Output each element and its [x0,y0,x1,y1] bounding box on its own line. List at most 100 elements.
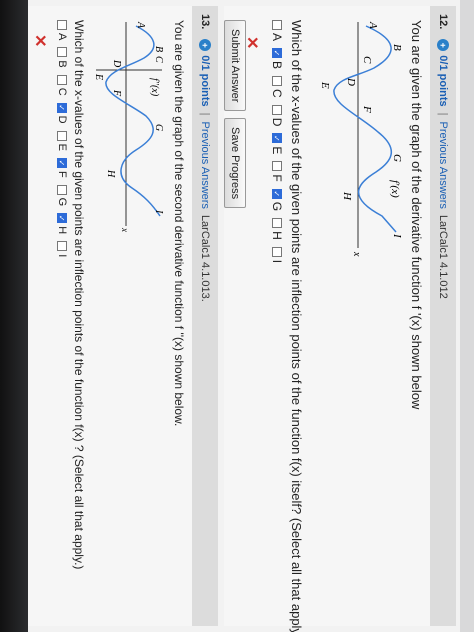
question-13-header: 13. + 0/1 points | Previous Answers LarC… [192,6,218,626]
point-A: A [135,21,146,29]
choice-b[interactable]: ✓ B [270,48,284,69]
choice-label: F [270,174,284,182]
choice-label: D [270,117,284,127]
point-A: A [367,21,379,29]
question-code: LarCalc1 4.1.012 [437,214,449,299]
point-E: E [322,81,331,89]
checkbox[interactable]: ✓ [272,48,282,59]
choice-label: A [270,33,284,42]
checkbox[interactable] [272,161,282,172]
question-12-body: You are given the graph of the derivativ… [224,6,430,632]
checkbox[interactable] [57,20,67,30]
info-icon: + [199,39,211,52]
checkbox[interactable] [57,130,67,141]
incorrect-mark: ✕ [31,34,48,48]
point-B: B [153,46,164,52]
checkbox[interactable] [272,246,282,257]
choice-a[interactable]: A [270,20,284,41]
choice-label: G [56,197,68,207]
checkbox[interactable] [57,241,67,252]
point-D: D [111,59,122,68]
choice-label: A [56,33,68,41]
choice-label: I [270,259,284,264]
question-12-header: 12. + 0/1 points | Previous Answers LarC… [430,6,456,626]
question-number: 12. [437,14,449,30]
choice-c[interactable]: C [270,76,284,98]
top-strip [460,0,474,632]
point-H: H [341,191,353,201]
checkbox[interactable]: ✓ [272,133,282,144]
question-text: Which of the x-values of the given point… [72,20,86,570]
monitor-bezel [0,0,28,632]
question-prompt: You are given the graph of the second de… [172,20,186,427]
checkbox[interactable]: ✓ [57,102,67,113]
point-C: C [361,56,373,64]
choice-h[interactable]: ✓ H [56,213,68,234]
checkbox[interactable] [57,74,67,85]
choice-g[interactable]: G [56,184,68,207]
separator: | [199,112,211,116]
question-text: Which of the x-values of the given point… [289,20,304,632]
point-D: D [345,77,357,86]
point-H: H [105,169,116,178]
checkbox[interactable] [272,104,282,115]
choice-c[interactable]: C [56,74,68,96]
choice-label: E [56,143,68,151]
checkbox[interactable] [272,20,282,30]
choice-i[interactable]: I [56,241,68,257]
checkbox[interactable] [272,218,282,229]
point-G: G [153,124,164,131]
choice-label: C [270,89,284,98]
x-axis-label: x [351,251,362,257]
checkbox[interactable]: ✓ [57,213,67,224]
question-number: 13. [199,14,211,30]
choice-label: B [56,60,68,68]
x-axis-label: x [120,227,130,232]
checkbox[interactable] [272,76,282,87]
checkbox[interactable]: ✓ [272,188,282,199]
graph-label: f''(x) [149,78,160,97]
points-badge: + 0/1 points [199,39,211,107]
choice-label: D [56,115,68,124]
points-text: 0/1 points [199,55,211,107]
checkbox[interactable]: ✓ [57,157,67,168]
info-icon: + [437,39,449,52]
point-F: F [361,105,373,113]
choices: A ✓ B C D ✓ E F ✓ G H I [270,20,284,270]
second-derivative-graph: x A B C D E F G H I f''(x) [94,21,164,232]
point-I: I [391,233,403,239]
question-code: LarCalc1 4.1.013. [199,214,211,302]
choice-label: B [270,61,284,70]
choice-g[interactable]: ✓ G [270,188,284,212]
choice-d[interactable]: D [270,104,284,127]
choice-a[interactable]: A [56,20,68,40]
previous-answers-link[interactable]: Previous Answers [199,122,211,209]
choice-d[interactable]: ✓ D [56,102,68,124]
point-E: E [94,73,104,80]
save-progress-button[interactable]: Save Progress [224,118,246,209]
graph-label: f'(x) [389,180,401,198]
point-C: C [153,56,164,63]
choice-e[interactable]: ✓ E [270,133,284,154]
previous-answers-link[interactable]: Previous Answers [437,122,449,209]
choice-h[interactable]: H [270,218,284,240]
separator: | [437,112,449,116]
choice-i[interactable]: I [270,246,284,264]
choice-f[interactable]: ✓ F [56,157,68,178]
choice-e[interactable]: E [56,130,68,151]
choice-label: C [56,87,68,96]
choice-label: G [270,201,284,212]
submit-answer-button[interactable]: Submit Answer [224,20,246,112]
points-badge: + 0/1 points [437,39,449,107]
question-13-body: You are given the graph of the second de… [28,6,192,626]
point-F: F [111,89,122,97]
curve [105,25,161,217]
checkbox[interactable] [57,47,67,58]
photo-stage: 12. + 0/1 points | Previous Answers LarC… [0,0,474,632]
derivative-graph: x A B C D E F G H I f'(x) [322,21,403,257]
choices: A B C ✓ D E ✓ F G ✓ H I [56,20,68,264]
choice-f[interactable]: F [270,161,284,182]
choice-b[interactable]: B [56,47,68,68]
checkbox[interactable] [57,184,67,195]
choice-label: H [56,226,68,235]
